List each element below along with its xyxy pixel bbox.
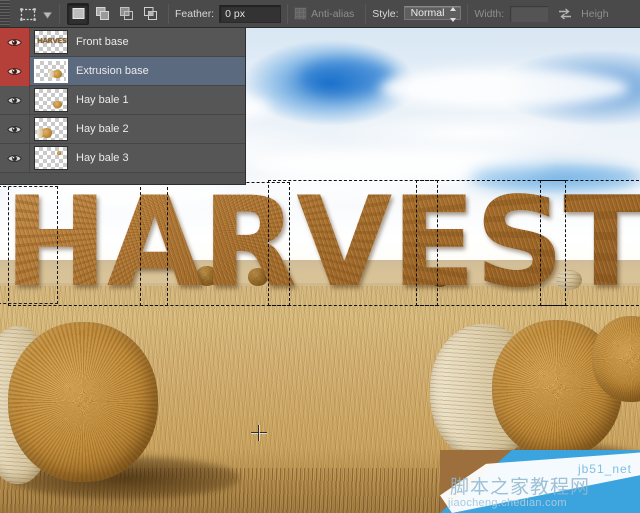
layer-thumbnail[interactable] xyxy=(34,59,68,83)
thumbnail-bale-shape xyxy=(53,101,62,108)
watermark-cn-text: 脚本之家教程网 xyxy=(450,476,591,498)
style-select[interactable]: Normal xyxy=(403,5,462,22)
layer-row-hay-bale-3[interactable]: Hay bale 3 xyxy=(0,143,245,173)
feather-input[interactable] xyxy=(219,4,282,23)
cloud-wisp xyxy=(380,68,630,108)
options-bar: Feather: Anti-alias Style: Normal Width:… xyxy=(0,0,640,28)
toolbar-divider-2 xyxy=(168,3,169,24)
height-label: Heigh xyxy=(581,7,609,20)
layer-row-front-base[interactable]: HARVEST Front base xyxy=(0,28,245,57)
layer-thumbnail[interactable] xyxy=(34,88,68,112)
toolbar-divider-4 xyxy=(365,3,367,24)
chevron-down-icon[interactable] xyxy=(41,3,53,25)
thumbnail-wrap-shape xyxy=(49,70,54,78)
toolbar-divider-3 xyxy=(287,3,289,24)
harvest-headline: HARVEST xyxy=(0,178,640,308)
selection-mode-group xyxy=(66,2,162,25)
layer-name: Hay bale 3 xyxy=(76,152,129,164)
anti-alias-checkbox[interactable] xyxy=(294,7,308,20)
style-label: Style: xyxy=(372,7,399,20)
layer-thumbnail[interactable]: HARVEST xyxy=(34,30,68,54)
layer-name: Extrusion base xyxy=(76,65,149,77)
rectangular-marquee-icon[interactable] xyxy=(15,3,41,25)
layer-visibility-toggle[interactable] xyxy=(0,56,30,86)
layer-name: Front base xyxy=(76,36,129,48)
layer-name: Hay bale 1 xyxy=(76,94,129,106)
layer-row-extrusion-base[interactable]: Extrusion base xyxy=(0,56,245,86)
thumbnail-bale-shape xyxy=(57,151,61,155)
layer-visibility-toggle[interactable] xyxy=(0,28,30,57)
width-label: Width: xyxy=(474,7,505,20)
layer-visibility-toggle[interactable] xyxy=(0,85,30,115)
feather-label: Feather: xyxy=(175,7,215,20)
new-selection-icon[interactable] xyxy=(67,2,89,25)
eye-icon xyxy=(7,38,22,46)
layer-visibility-toggle[interactable] xyxy=(0,114,30,144)
watermark-url: jiaocheng.chedian.com xyxy=(448,497,567,509)
eye-icon xyxy=(7,96,22,104)
watermark: jb51_net 脚本之家教程网 jiaocheng.chedian.com xyxy=(440,450,640,513)
toolbar-divider-5 xyxy=(467,3,469,24)
layer-name: Hay bale 2 xyxy=(76,123,129,135)
eye-icon xyxy=(7,67,22,75)
layer-thumbnail-text: HARVEST xyxy=(37,37,68,45)
layer-thumbnail[interactable] xyxy=(34,117,68,141)
thumbnail-wrap-shape xyxy=(37,128,43,138)
eye-icon xyxy=(7,154,22,162)
panel-drag-grip[interactable] xyxy=(0,0,10,27)
layer-row-hay-bale-2[interactable]: Hay bale 2 xyxy=(0,114,245,144)
layer-row-hay-bale-1[interactable]: Hay bale 1 xyxy=(0,85,245,115)
crosshair-cursor xyxy=(251,425,267,441)
layers-panel[interactable]: HARVEST Front base Extrusion base Hay ba… xyxy=(0,28,246,185)
intersect-selection-icon[interactable] xyxy=(139,3,161,25)
layer-thumbnail[interactable] xyxy=(34,146,68,170)
stepper-arrows-icon xyxy=(449,7,457,22)
add-to-selection-icon[interactable] xyxy=(91,3,113,25)
swap-width-height-icon[interactable] xyxy=(555,4,575,24)
anti-alias-label: Anti-alias xyxy=(311,7,355,20)
layer-visibility-toggle[interactable] xyxy=(0,143,30,173)
toolbar-divider-1 xyxy=(59,3,60,24)
subtract-from-selection-icon[interactable] xyxy=(115,3,137,25)
eye-icon xyxy=(7,125,22,133)
width-input[interactable] xyxy=(509,4,550,23)
